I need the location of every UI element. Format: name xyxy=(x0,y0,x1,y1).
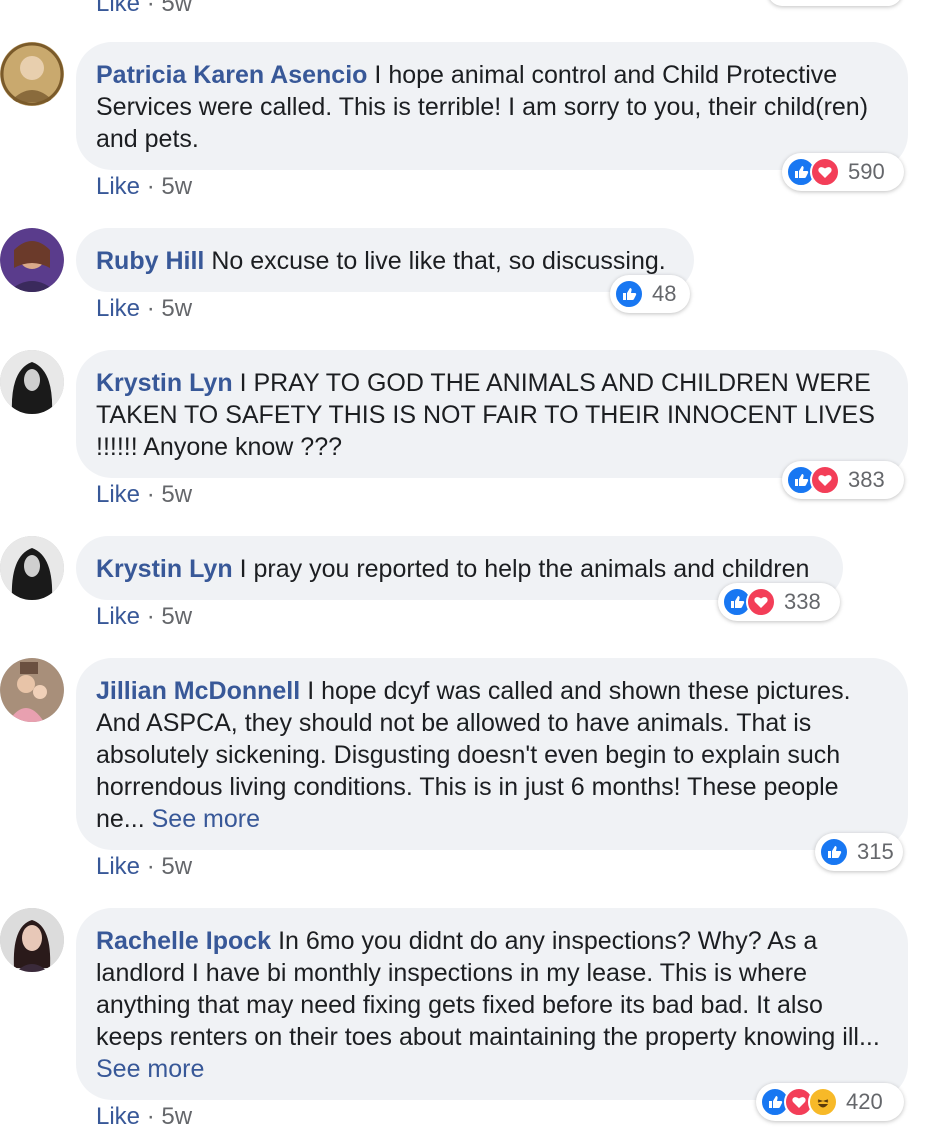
like-link[interactable]: Like xyxy=(96,1103,140,1130)
reactions-badge[interactable]: 383 xyxy=(782,461,904,499)
thumbs-up-icon xyxy=(614,279,644,309)
reactions-badge[interactable]: 338 xyxy=(718,583,840,621)
like-link[interactable]: Like xyxy=(96,481,140,508)
timestamp[interactable]: 5w xyxy=(161,1103,192,1130)
comment-text: I pray you reported to help the animals … xyxy=(239,555,810,583)
reaction-count: 315 xyxy=(857,839,894,864)
see-more-link[interactable]: See more xyxy=(152,805,260,833)
like-link[interactable]: Like xyxy=(96,603,140,630)
reactions-badge[interactable]: 315 xyxy=(815,833,903,871)
reaction-count: 48 xyxy=(652,281,677,306)
comment-author[interactable]: Krystin Lyn xyxy=(96,369,233,397)
like-link[interactable]: Like xyxy=(96,0,140,17)
previous-comment-actions: Like · 5w xyxy=(96,0,192,18)
comment-author[interactable]: Jillian McDonnell xyxy=(96,677,300,705)
timestamp[interactable]: 5w xyxy=(161,295,192,322)
comment-author[interactable]: Krystin Lyn xyxy=(96,555,233,583)
comment-actions: Like · 5w xyxy=(96,481,193,508)
previous-reactions-badge[interactable] xyxy=(768,0,902,6)
comment-bubble: Rachelle Ipock In 6mo you didnt do any in… xyxy=(76,908,908,1100)
comment-text: No excuse to live like that, so discussi… xyxy=(211,247,666,275)
timestamp[interactable]: 5w xyxy=(161,603,192,630)
heart-icon xyxy=(746,587,776,617)
avatar[interactable] xyxy=(0,42,64,106)
reaction-count: 590 xyxy=(848,159,885,184)
reactions-badge[interactable]: 590 xyxy=(782,153,904,191)
comment-author[interactable]: Ruby Hill xyxy=(96,247,204,275)
thumbs-up-icon xyxy=(819,837,849,867)
heart-icon xyxy=(810,465,840,495)
timestamp[interactable]: 5w xyxy=(161,481,192,508)
avatar[interactable] xyxy=(0,228,64,292)
reactions-badge[interactable]: 420 xyxy=(756,1083,904,1121)
comment-bubble: Patricia Karen Asencio I hope animal cont… xyxy=(76,42,908,170)
avatar[interactable] xyxy=(0,658,64,722)
see-more-link[interactable]: See more xyxy=(96,1055,204,1083)
reaction-count: 338 xyxy=(784,589,821,614)
avatar[interactable] xyxy=(0,536,64,600)
comment-bubble: Jillian McDonnell I hope dcyf was called … xyxy=(76,658,908,850)
laughing-face-icon xyxy=(808,1087,838,1117)
like-link[interactable]: Like xyxy=(96,173,140,200)
reaction-count: 420 xyxy=(846,1089,883,1114)
comment-actions: Like · 5w xyxy=(96,173,193,200)
like-link[interactable]: Like xyxy=(96,295,140,322)
timestamp[interactable]: 5w xyxy=(161,853,192,880)
like-link[interactable]: Like xyxy=(96,853,140,880)
reaction-count: 383 xyxy=(848,467,885,492)
comment-actions: Like · 5w xyxy=(96,1103,193,1130)
timestamp[interactable]: 5w xyxy=(161,173,192,200)
avatar[interactable] xyxy=(0,908,64,972)
heart-icon xyxy=(810,157,840,187)
comment-author[interactable]: Rachelle Ipock xyxy=(96,927,271,955)
reactions-badge[interactable]: 48 xyxy=(610,275,690,313)
comment-bubble: Krystin Lyn I PRAY TO GOD THE ANIMALS AND… xyxy=(76,350,908,478)
comment-actions: Like · 5w xyxy=(96,603,193,630)
comment-actions: Like · 5w xyxy=(96,853,193,880)
avatar[interactable] xyxy=(0,350,64,414)
comment-author[interactable]: Patricia Karen Asencio xyxy=(96,61,367,89)
comment-actions: Like · 5w xyxy=(96,295,193,322)
comment-bubble: Ruby Hill No excuse to live like that, so… xyxy=(76,228,694,292)
